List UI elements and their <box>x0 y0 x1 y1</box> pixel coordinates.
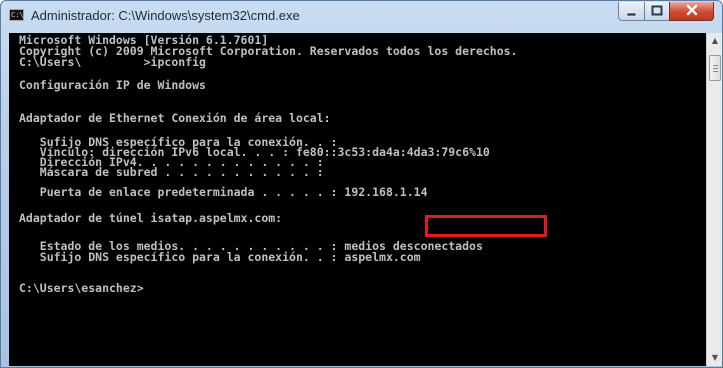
close-icon <box>686 4 697 16</box>
console-line: Adaptador de Ethernet Conexión de área l… <box>19 111 331 125</box>
maximize-button[interactable] <box>644 2 670 21</box>
maximize-icon <box>651 5 663 16</box>
minimize-icon <box>626 12 636 17</box>
console-line: Puerta de enlace predeterminada . . . . … <box>19 185 428 199</box>
console-prompt: C:\Users\esanchez> <box>19 281 144 295</box>
console-line: Máscara de subred . . . . . . . . . . . … <box>19 165 324 179</box>
minimize-button[interactable] <box>618 2 645 21</box>
cmd-window: C:\ Administrador: C:\Windows\system32\c… <box>0 0 723 368</box>
console-line: C:\Users\ >ipconfig <box>19 55 206 69</box>
console-output[interactable]: Microsoft Windows [Versión 6.1.7601] Cop… <box>9 33 706 366</box>
cmd-app-icon[interactable]: C:\ <box>9 9 24 21</box>
gateway-highlight-box <box>425 215 547 237</box>
close-button[interactable] <box>669 2 714 21</box>
console-line: Adaptador de túnel isatap.aspelmx.com: <box>19 211 283 225</box>
scroll-up-arrow-icon[interactable]: ▲ <box>707 33 722 49</box>
console-line: Configuración IP de Windows <box>19 78 206 92</box>
vertical-scrollbar[interactable]: ▲ ▼ <box>706 33 722 366</box>
window-title: Administrador: C:\Windows\system32\cmd.e… <box>31 8 300 23</box>
scroll-down-arrow-icon[interactable]: ▼ <box>707 350 722 366</box>
scroll-thumb[interactable] <box>709 55 721 81</box>
title-bar[interactable]: C:\ Administrador: C:\Windows\system32\c… <box>1 1 722 32</box>
console-line: Sufijo DNS específico para la conexión. … <box>19 250 421 264</box>
